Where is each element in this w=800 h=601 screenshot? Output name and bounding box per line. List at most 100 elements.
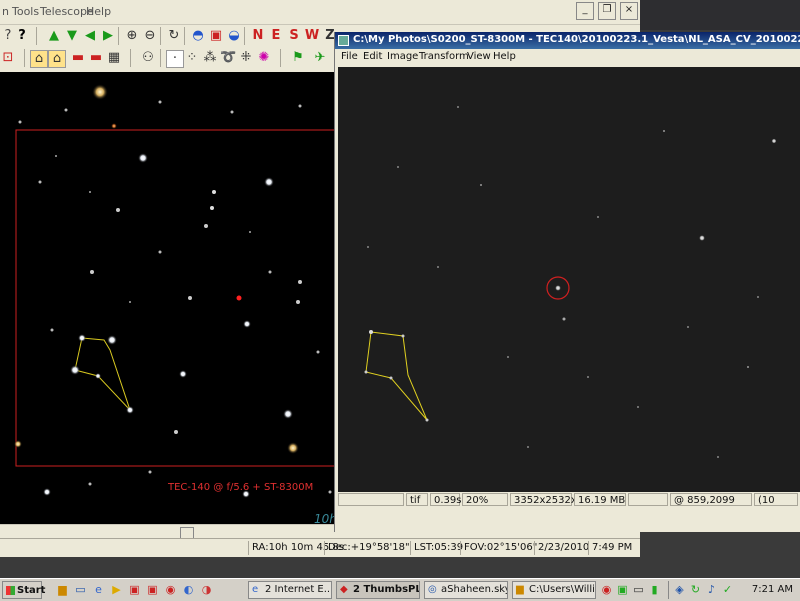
task-internet-explorer[interactable]: e 2 Internet E...	[248, 581, 332, 599]
status-blank	[338, 493, 404, 506]
zoom-in-icon[interactable]: ⊕	[124, 28, 140, 44]
astro-image[interactable]	[338, 67, 800, 492]
app2-quicklaunch-icon[interactable]: ▣	[146, 583, 159, 596]
status-fov: FOV:02°15'06"	[460, 541, 540, 555]
app-quicklaunch-icon[interactable]: ▣	[128, 583, 141, 596]
south-icon[interactable]: S	[286, 28, 302, 44]
toolbar-separator	[160, 27, 161, 45]
toolbar-separator	[160, 49, 161, 67]
object-icon[interactable]: ⊡	[0, 50, 16, 66]
target-marker[interactable]	[236, 295, 242, 301]
grid-icon[interactable]: ▦	[106, 50, 122, 66]
truck-icon[interactable]: ▬	[88, 50, 104, 66]
arrow-right-icon[interactable]: ▶	[100, 28, 116, 44]
status-dec: Dec:+19°58'18"	[324, 541, 413, 555]
status-dimensions: 3352x2532x16	[510, 493, 589, 506]
toolbar-separator	[118, 27, 119, 45]
constellation-lines	[74, 337, 131, 411]
menu-item-file[interactable]: File	[341, 51, 358, 62]
image-viewer-window: C:\My Photos\S0200_ST-8300M - TEC140\201…	[334, 32, 800, 532]
variable-star-icon[interactable]: ⁂	[202, 50, 218, 66]
menu-item-transform[interactable]: Transform	[419, 51, 469, 62]
arrow-left-icon[interactable]: ◀	[82, 28, 98, 44]
sky-file-icon: ◎	[428, 584, 437, 595]
task-label: 2 ThumbsPL...	[353, 584, 420, 595]
app5-quicklaunch-icon[interactable]: ◑	[200, 583, 213, 596]
north-icon[interactable]: N	[250, 28, 266, 44]
toolbar-separator	[184, 27, 185, 45]
zoom-out-icon[interactable]: ⊖	[142, 28, 158, 44]
satellite-icon[interactable]: ✈	[312, 50, 328, 66]
tray-battery-icon[interactable]: ▮	[648, 583, 661, 596]
viewer-app-icon	[338, 35, 349, 46]
car-icon[interactable]: ▬	[70, 50, 86, 66]
viewer-titlebar[interactable]: C:\My Photos\S0200_ST-8300M - TEC140\201…	[335, 32, 800, 49]
image-stars	[364, 106, 777, 458]
menu-item-help[interactable]: Help	[86, 5, 111, 18]
tray-network-icon[interactable]: ▣	[616, 583, 629, 596]
task-label: C:\Users\Willia...	[529, 584, 595, 595]
viewer-status-bar: tif 0.39s 20% 3352x2532x16 16.19 MB @ 85…	[338, 492, 800, 508]
app4-quicklaunch-icon[interactable]: ◐	[182, 583, 195, 596]
folder-quicklaunch-icon[interactable]: ▆	[56, 583, 69, 596]
task-thumbsplus[interactable]: ◆ 2 ThumbsPL...	[336, 581, 420, 599]
nebula-icon[interactable]: ✺	[256, 50, 272, 66]
status-zoom: 20%	[462, 493, 508, 506]
binoculars-icon[interactable]: ⚇	[140, 50, 156, 66]
astro-image-canvas	[364, 106, 777, 458]
menu-item-help[interactable]: Help	[493, 51, 516, 62]
label-icon[interactable]: ⌂	[30, 50, 48, 68]
media-quicklaunch-icon[interactable]: ▶	[110, 583, 123, 596]
status-file-size: 16.19 MB	[574, 493, 626, 506]
status-date: 2/23/2010	[534, 541, 592, 555]
whats-this-icon[interactable]: ?	[14, 28, 30, 44]
sky-status-bar: RA:10h 10m 45.8s Dec:+19°58'18" LST:05:3…	[0, 538, 640, 557]
status-time: 7:49 PM	[588, 541, 635, 555]
start-button[interactable]: Start	[2, 581, 45, 599]
sky-menubar: n Tools Telescope Help _ ❐ ×	[0, 0, 640, 25]
ie-quicklaunch-icon[interactable]: e	[92, 583, 105, 596]
toolbar-separator	[36, 27, 37, 45]
menu-item-view[interactable]: View	[467, 51, 491, 62]
west-icon[interactable]: W	[304, 28, 320, 44]
star-icon[interactable]: ·	[166, 50, 184, 68]
tray-update-icon[interactable]: ✓	[721, 583, 734, 596]
double-star-icon[interactable]: ⁘	[184, 50, 200, 66]
task-explorer-folder[interactable]: ▆ C:\Users\Willia...	[512, 581, 596, 599]
mirror-icon[interactable]: ▣	[208, 28, 224, 44]
tray-volume-icon[interactable]: ♪	[705, 583, 718, 596]
status-extra: (10	[754, 493, 798, 506]
arrow-up-icon[interactable]: ▲	[46, 28, 62, 44]
system-tray: ◈ ↻ ♪ ✓ 7:21 AM	[668, 581, 799, 599]
tray-shield-icon[interactable]: ◈	[673, 583, 686, 596]
zenith-icon[interactable]: ◒	[226, 28, 242, 44]
close-button[interactable]: ×	[620, 2, 638, 20]
tray-sync-icon[interactable]: ↻	[689, 583, 702, 596]
telescope-icon[interactable]: ⚑	[290, 50, 306, 66]
arrow-down-icon[interactable]: ▼	[64, 28, 80, 44]
taskbar: Start ▆ ▭ e ▶ ▣ ▣ ◉ ◐ ◑ e 2 Internet E..…	[0, 578, 800, 601]
menu-item-edit[interactable]: Edit	[363, 51, 382, 62]
desktop-quicklaunch-icon[interactable]: ▭	[74, 583, 87, 596]
windows-logo-icon	[6, 586, 15, 595]
task-label: 2 Internet E...	[265, 584, 332, 595]
east-icon[interactable]: E	[268, 28, 284, 44]
galaxy-icon[interactable]: ➰	[220, 50, 236, 66]
fov-label: TEC-140 @ f/5.6 + ST-8300M	[167, 482, 313, 493]
cluster-icon[interactable]: ⁜	[238, 50, 254, 66]
tray-monitor-icon[interactable]: ▭	[632, 583, 645, 596]
task-sky-file[interactable]: ◎ aShaheen.sky ...	[424, 581, 508, 599]
app3-quicklaunch-icon[interactable]: ◉	[164, 583, 177, 596]
menu-item-image[interactable]: Image	[387, 51, 418, 62]
horizon-icon[interactable]: ◓	[190, 28, 206, 44]
restore-button[interactable]: ❐	[598, 2, 616, 20]
tray-app-icon[interactable]: ◉	[600, 583, 613, 596]
rotate-icon[interactable]: ↻	[166, 28, 182, 44]
taskbar-clock[interactable]: 7:21 AM	[752, 583, 793, 597]
menu-item-n[interactable]: n	[2, 5, 9, 18]
label-all-icon[interactable]: ⌂	[48, 50, 66, 68]
minimize-button[interactable]: _	[576, 2, 594, 20]
constellation-overlay	[365, 331, 428, 421]
menu-item-tools[interactable]: Tools	[12, 5, 39, 18]
viewer-title: C:\My Photos\S0200_ST-8300M - TEC140\201…	[353, 34, 800, 45]
